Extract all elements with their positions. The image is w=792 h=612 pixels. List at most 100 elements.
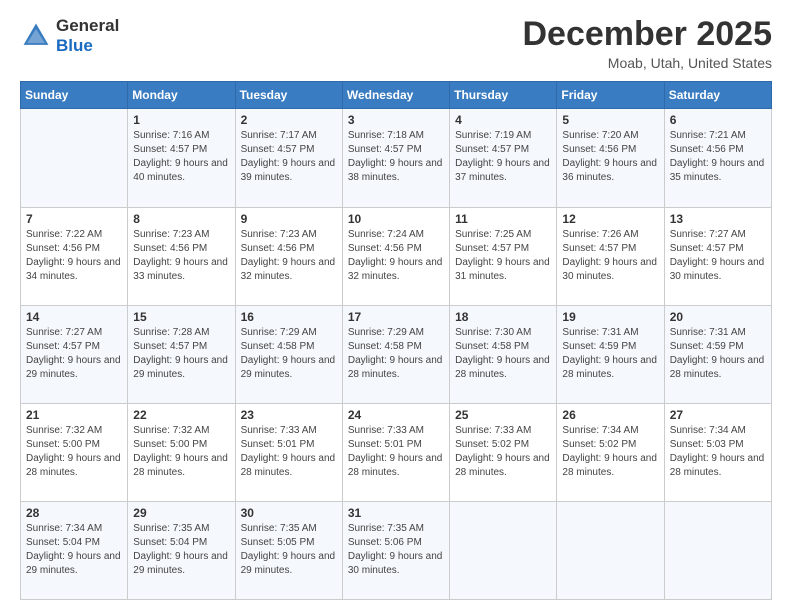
day-info: Sunrise: 7:31 AMSunset: 4:59 PMDaylight:…	[562, 326, 658, 382]
sunset-text: Sunset: 5:02 PM	[562, 438, 658, 452]
daylight-text: Daylight: 9 hours and 28 minutes.	[455, 354, 551, 382]
day-number: 25	[455, 408, 551, 422]
calendar-cell: 27Sunrise: 7:34 AMSunset: 5:03 PMDayligh…	[664, 403, 771, 501]
calendar-cell: 12Sunrise: 7:26 AMSunset: 4:57 PMDayligh…	[557, 207, 664, 305]
sunrise-text: Sunrise: 7:28 AM	[133, 326, 229, 340]
sunset-text: Sunset: 5:01 PM	[241, 438, 337, 452]
daylight-text: Daylight: 9 hours and 28 minutes.	[348, 452, 444, 480]
day-number: 18	[455, 310, 551, 324]
daylight-text: Daylight: 9 hours and 28 minutes.	[348, 354, 444, 382]
day-info: Sunrise: 7:32 AMSunset: 5:00 PMDaylight:…	[133, 424, 229, 480]
weekday-header-tuesday: Tuesday	[235, 82, 342, 109]
sunset-text: Sunset: 5:01 PM	[348, 438, 444, 452]
day-info: Sunrise: 7:35 AMSunset: 5:06 PMDaylight:…	[348, 522, 444, 578]
location: Moab, Utah, United States	[522, 55, 772, 71]
sunrise-text: Sunrise: 7:35 AM	[348, 522, 444, 536]
daylight-text: Daylight: 9 hours and 30 minutes.	[670, 256, 766, 284]
calendar-cell: 23Sunrise: 7:33 AMSunset: 5:01 PMDayligh…	[235, 403, 342, 501]
daylight-text: Daylight: 9 hours and 29 minutes.	[241, 550, 337, 578]
calendar-cell: 19 Sunrise: 7:31 AMSunset: 4:59 PMDayligh…	[557, 305, 664, 403]
calendar-cell: 31 Sunrise: 7:35 AMSunset: 5:06 PMDayligh…	[342, 501, 449, 599]
calendar-cell: 26Sunrise: 7:34 AMSunset: 5:02 PMDayligh…	[557, 403, 664, 501]
daylight-text: Daylight: 9 hours and 32 minutes.	[241, 256, 337, 284]
daylight-text: Daylight: 9 hours and 35 minutes.	[670, 157, 766, 185]
day-number: 5	[562, 113, 658, 127]
logo-text: General Blue	[56, 16, 119, 55]
sunset-text: Sunset: 4:57 PM	[348, 143, 444, 157]
day-info: Sunrise: 7:18 AMSunset: 4:57 PMDaylight:…	[348, 129, 444, 185]
daylight-text: Daylight: 9 hours and 28 minutes.	[670, 452, 766, 480]
day-info: Sunrise: 7:33 AMSunset: 5:02 PMDaylight:…	[455, 424, 551, 480]
calendar-cell: 9Sunrise: 7:23 AMSunset: 4:56 PMDaylight…	[235, 207, 342, 305]
sunrise-text: Sunrise: 7:23 AM	[133, 228, 229, 242]
daylight-text: Daylight: 9 hours and 32 minutes.	[348, 256, 444, 284]
daylight-text: Daylight: 9 hours and 28 minutes.	[670, 354, 766, 382]
sunrise-text: Sunrise: 7:31 AM	[562, 326, 658, 340]
sunrise-text: Sunrise: 7:35 AM	[241, 522, 337, 536]
sunrise-text: Sunrise: 7:34 AM	[26, 522, 122, 536]
sunset-text: Sunset: 5:00 PM	[133, 438, 229, 452]
daylight-text: Daylight: 9 hours and 37 minutes.	[455, 157, 551, 185]
calendar-cell: 13Sunrise: 7:27 AMSunset: 4:57 PMDayligh…	[664, 207, 771, 305]
day-number: 14	[26, 310, 122, 324]
day-info: Sunrise: 7:27 AMSunset: 4:57 PMDaylight:…	[26, 326, 122, 382]
day-info: Sunrise: 7:27 AMSunset: 4:57 PMDaylight:…	[670, 228, 766, 284]
month-title: December 2025	[522, 16, 772, 53]
day-info: Sunrise: 7:29 AMSunset: 4:58 PMDaylight:…	[348, 326, 444, 382]
daylight-text: Daylight: 9 hours and 34 minutes.	[26, 256, 122, 284]
calendar-cell: 14 Sunrise: 7:27 AMSunset: 4:57 PMDayligh…	[21, 305, 128, 403]
sunset-text: Sunset: 4:58 PM	[348, 340, 444, 354]
sunrise-text: Sunrise: 7:34 AM	[670, 424, 766, 438]
sunset-text: Sunset: 4:57 PM	[133, 340, 229, 354]
sunrise-text: Sunrise: 7:33 AM	[455, 424, 551, 438]
sunrise-text: Sunrise: 7:29 AM	[348, 326, 444, 340]
day-info: Sunrise: 7:17 AMSunset: 4:57 PMDaylight:…	[241, 129, 337, 185]
sunset-text: Sunset: 5:04 PM	[133, 536, 229, 550]
calendar-table: SundayMondayTuesdayWednesdayThursdayFrid…	[20, 81, 772, 600]
day-info: Sunrise: 7:30 AMSunset: 4:58 PMDaylight:…	[455, 326, 551, 382]
calendar-cell: 6Sunrise: 7:21 AMSunset: 4:56 PMDaylight…	[664, 109, 771, 207]
sunrise-text: Sunrise: 7:22 AM	[26, 228, 122, 242]
sunset-text: Sunset: 4:56 PM	[562, 143, 658, 157]
daylight-text: Daylight: 9 hours and 38 minutes.	[348, 157, 444, 185]
sunset-text: Sunset: 4:57 PM	[241, 143, 337, 157]
sunrise-text: Sunrise: 7:21 AM	[670, 129, 766, 143]
day-number: 15	[133, 310, 229, 324]
sunset-text: Sunset: 4:57 PM	[455, 143, 551, 157]
day-info: Sunrise: 7:16 AMSunset: 4:57 PMDaylight:…	[133, 129, 229, 185]
day-number: 22	[133, 408, 229, 422]
title-block: December 2025 Moab, Utah, United States	[522, 16, 772, 71]
daylight-text: Daylight: 9 hours and 36 minutes.	[562, 157, 658, 185]
calendar-cell: 20Sunrise: 7:31 AMSunset: 4:59 PMDayligh…	[664, 305, 771, 403]
sunset-text: Sunset: 4:59 PM	[562, 340, 658, 354]
day-number: 19	[562, 310, 658, 324]
day-number: 31	[348, 506, 444, 520]
daylight-text: Daylight: 9 hours and 29 minutes.	[133, 354, 229, 382]
weekday-header-saturday: Saturday	[664, 82, 771, 109]
sunset-text: Sunset: 5:03 PM	[670, 438, 766, 452]
calendar-cell: 29Sunrise: 7:35 AMSunset: 5:04 PMDayligh…	[128, 501, 235, 599]
daylight-text: Daylight: 9 hours and 28 minutes.	[133, 452, 229, 480]
day-info: Sunrise: 7:34 AMSunset: 5:04 PMDaylight:…	[26, 522, 122, 578]
calendar-cell	[450, 501, 557, 599]
calendar-cell: 30Sunrise: 7:35 AMSunset: 5:05 PMDayligh…	[235, 501, 342, 599]
day-number: 17	[348, 310, 444, 324]
sunrise-text: Sunrise: 7:30 AM	[455, 326, 551, 340]
day-number: 8	[133, 212, 229, 226]
day-number: 9	[241, 212, 337, 226]
sunrise-text: Sunrise: 7:26 AM	[562, 228, 658, 242]
calendar-cell: 15 Sunrise: 7:28 AMSunset: 4:57 PMDayligh…	[128, 305, 235, 403]
day-number: 12	[562, 212, 658, 226]
daylight-text: Daylight: 9 hours and 28 minutes.	[241, 452, 337, 480]
sunrise-text: Sunrise: 7:24 AM	[348, 228, 444, 242]
sunset-text: Sunset: 5:00 PM	[26, 438, 122, 452]
day-number: 7	[26, 212, 122, 226]
sunrise-text: Sunrise: 7:27 AM	[26, 326, 122, 340]
day-info: Sunrise: 7:28 AMSunset: 4:57 PMDaylight:…	[133, 326, 229, 382]
weekday-header-monday: Monday	[128, 82, 235, 109]
daylight-text: Daylight: 9 hours and 29 minutes.	[26, 550, 122, 578]
day-info: Sunrise: 7:20 AMSunset: 4:56 PMDaylight:…	[562, 129, 658, 185]
day-info: Sunrise: 7:19 AMSunset: 4:57 PMDaylight:…	[455, 129, 551, 185]
weekday-header-sunday: Sunday	[21, 82, 128, 109]
day-info: Sunrise: 7:29 AMSunset: 4:58 PMDaylight:…	[241, 326, 337, 382]
